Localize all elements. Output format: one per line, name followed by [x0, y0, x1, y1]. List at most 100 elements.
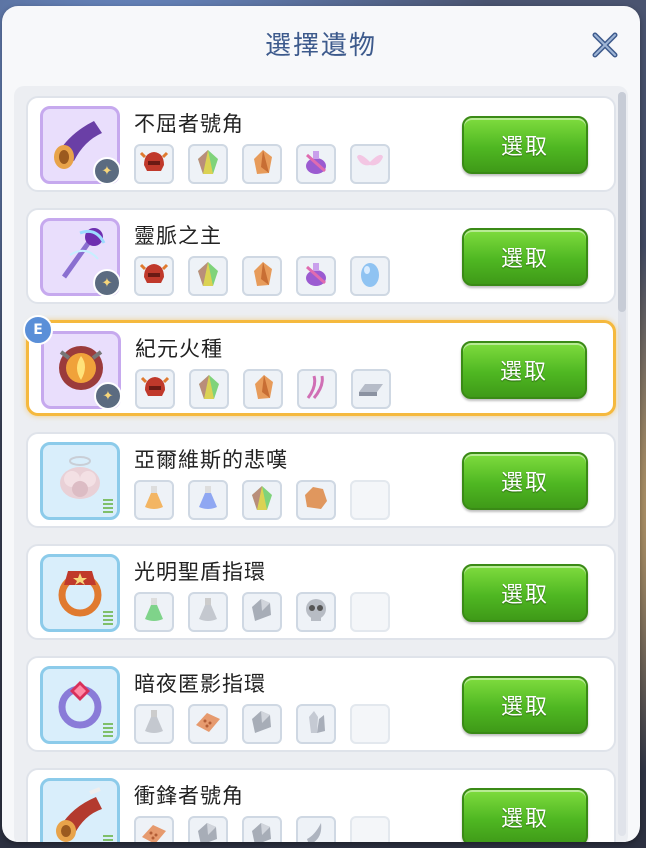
helmet-red-icon: [139, 259, 169, 293]
material-slot[interactable]: [134, 816, 174, 842]
relic-card[interactable]: 衝鋒者號角 選取: [26, 768, 616, 842]
material-slot[interactable]: [188, 704, 228, 744]
material-slot[interactable]: [296, 704, 336, 744]
stone-gray-icon: [193, 819, 223, 842]
brick-orange-icon: [139, 819, 169, 842]
relic-art-icon: [50, 673, 110, 737]
material-slot[interactable]: [188, 592, 228, 632]
material-slot[interactable]: [243, 369, 283, 409]
egg-blue-icon: [355, 259, 385, 293]
material-slots: [134, 144, 390, 184]
material-slot[interactable]: [350, 256, 390, 296]
ingot-gray-icon: [356, 372, 386, 406]
skull-gray-icon: [301, 595, 331, 629]
dialog-title: 選擇遺物: [264, 30, 377, 61]
relic-art-icon: [50, 561, 110, 625]
sparkle-badge-icon: ✦: [93, 269, 121, 297]
select-button[interactable]: 選取: [462, 788, 588, 842]
close-button[interactable]: [588, 28, 622, 62]
material-slot[interactable]: [296, 592, 336, 632]
material-slot[interactable]: [188, 256, 228, 296]
material-slot[interactable]: [350, 144, 390, 184]
select-button[interactable]: 選取: [462, 116, 588, 174]
material-slot[interactable]: [296, 256, 336, 296]
material-slot[interactable]: [135, 369, 175, 409]
select-button[interactable]: 選取: [462, 228, 588, 286]
material-slot[interactable]: [242, 816, 282, 842]
material-slot[interactable]: [296, 480, 336, 520]
shard-orange-icon: [247, 259, 277, 293]
material-slot[interactable]: [242, 480, 282, 520]
material-slot[interactable]: [296, 816, 336, 842]
material-slot[interactable]: [242, 144, 282, 184]
relic-icon-frame: [40, 778, 120, 842]
material-slot[interactable]: [134, 592, 174, 632]
select-button[interactable]: 選取: [462, 452, 588, 510]
potion-purple-icon: [301, 259, 331, 293]
sparkle-badge-icon: ✦: [93, 157, 121, 185]
relic-icon-frame: [40, 442, 120, 520]
level-bars-icon: [103, 499, 113, 513]
relic-card[interactable]: ✦ 靈脈之主 選取: [26, 208, 616, 304]
empty-material-slot: [350, 480, 390, 520]
potion-purple-icon: [301, 147, 331, 181]
material-slots: [134, 480, 390, 520]
material-slot[interactable]: [189, 369, 229, 409]
flask-gray-icon: [193, 595, 223, 629]
material-slot[interactable]: [188, 480, 228, 520]
material-slot[interactable]: [188, 816, 228, 842]
select-button[interactable]: 選取: [462, 564, 588, 622]
flask-green-icon: [139, 595, 169, 629]
relic-art-icon: [50, 449, 110, 513]
relic-name: 紀元火種: [135, 337, 223, 361]
select-button[interactable]: 選取: [461, 341, 587, 399]
material-slot[interactable]: [134, 256, 174, 296]
ribbon-pink-icon: [302, 372, 332, 406]
relic-card[interactable]: 光明聖盾指環 選取: [26, 544, 616, 640]
relic-card[interactable]: ✦ 不屈者號角 選取: [26, 96, 616, 192]
relic-card[interactable]: ✦ E 紀元火種 選取: [23, 315, 616, 416]
material-slot[interactable]: [134, 480, 174, 520]
empty-material-slot: [350, 816, 390, 842]
material-slot[interactable]: [242, 256, 282, 296]
material-slot[interactable]: [134, 704, 174, 744]
crystal-gray-icon: [301, 707, 331, 741]
material-slots: [134, 256, 390, 296]
level-bars-icon: [103, 835, 113, 842]
relic-name: 靈脈之主: [134, 224, 222, 248]
dialog-header: 選擇遺物: [2, 6, 640, 80]
close-icon: [592, 32, 618, 58]
wing-pink-icon: [355, 147, 385, 181]
material-slot[interactable]: [134, 144, 174, 184]
material-slot[interactable]: [188, 144, 228, 184]
scrollbar[interactable]: [618, 92, 626, 836]
material-slot[interactable]: [242, 592, 282, 632]
relic-icon-frame: ✦: [40, 218, 121, 297]
level-bars-icon: [103, 723, 113, 737]
stone-orange-icon: [301, 483, 331, 517]
select-relic-dialog: 選擇遺物 ✦ 不屈者號角 選取 ✦ 靈脈之主 選取 ✦ E 紀元火種 選取 亞爾維斯的悲嘆 選取…: [2, 6, 640, 842]
select-button[interactable]: 選取: [462, 676, 588, 734]
flask-orange-icon: [139, 483, 169, 517]
material-slot[interactable]: [296, 144, 336, 184]
material-slot[interactable]: [351, 369, 391, 409]
material-slot[interactable]: [242, 704, 282, 744]
relic-card[interactable]: 暗夜匿影指環 選取: [26, 656, 616, 752]
equipped-badge: E: [23, 315, 53, 345]
horn-gray-icon: [301, 819, 331, 842]
material-slot[interactable]: [297, 369, 337, 409]
scrollbar-thumb[interactable]: [618, 92, 626, 312]
level-bars-icon: [103, 611, 113, 625]
relic-name: 光明聖盾指環: [134, 560, 266, 584]
relic-name: 衝鋒者號角: [134, 784, 244, 808]
stone-gray-icon: [247, 819, 277, 842]
relic-name: 不屈者號角: [134, 112, 244, 136]
relic-icon-frame: [40, 554, 120, 632]
relic-card[interactable]: 亞爾維斯的悲嘆 選取: [26, 432, 616, 528]
helmet-red-icon: [140, 372, 170, 406]
material-slots: [134, 816, 390, 842]
relic-name: 亞爾維斯的悲嘆: [134, 448, 288, 472]
crystal-green-icon: [194, 372, 224, 406]
relic-icon-frame: ✦: [40, 106, 121, 185]
relic-list[interactable]: ✦ 不屈者號角 選取 ✦ 靈脈之主 選取 ✦ E 紀元火種 選取 亞爾維斯的悲嘆 選取 光明聖盾…: [14, 86, 628, 842]
